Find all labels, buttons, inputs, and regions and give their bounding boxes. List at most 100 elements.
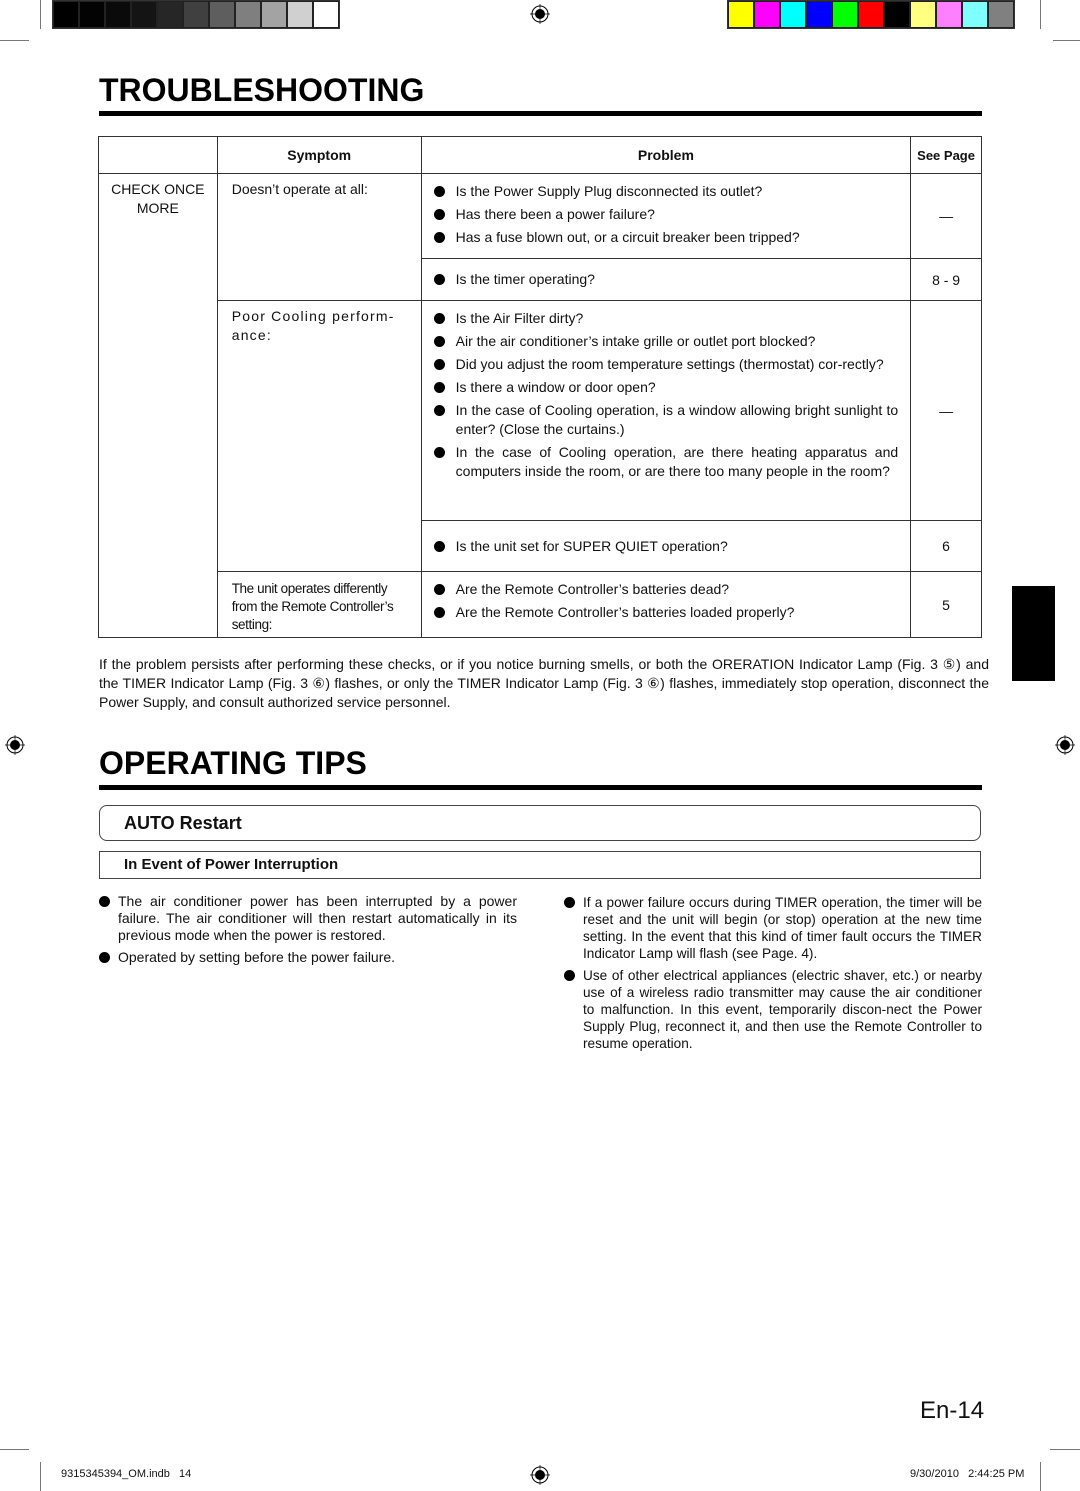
symptom-cell: Doesn’t operate at all: [216, 173, 422, 301]
color-swatch [963, 2, 987, 27]
subsection-title: In Event of Power Interruption [124, 856, 339, 873]
footer-file: 9315345394_OM.indb 14 [61, 1468, 192, 1480]
color-swatch [262, 2, 286, 27]
problem-item: Is the timer operating? [433, 270, 898, 289]
bullet-icon [433, 584, 445, 595]
color-swatch [158, 2, 182, 27]
title-rule [99, 111, 982, 116]
symptom-text: The unit operates differently from the R… [231, 581, 394, 632]
title-rule [99, 785, 982, 790]
header-problem: Problem [420, 136, 912, 174]
problem-cell: Is the unit set for SUPER QUIET operatio… [420, 520, 912, 572]
bullet-icon [433, 274, 445, 285]
problem-item: Has a fuse blown out, or a circuit break… [433, 228, 898, 247]
registration-mark-icon [530, 4, 550, 24]
header-blank [98, 136, 218, 174]
see-page-cell: — [910, 300, 982, 521]
crop-mark [0, 40, 29, 41]
see-page-cell: 5 [910, 571, 982, 638]
problem-item: Are the Remote Controller’s batteries lo… [433, 603, 898, 622]
crop-mark [1040, 0, 1041, 29]
bullet-icon [433, 359, 445, 370]
color-swatch [184, 2, 208, 27]
registration-mark-icon [530, 1465, 550, 1485]
color-swatch [106, 2, 130, 27]
problem-cell: Is the timer operating? [420, 258, 912, 301]
see-page-cell: 8 - 9 [910, 258, 982, 301]
problem-item: In the case of Cooling operation, is a w… [433, 401, 898, 439]
color-swatch [781, 2, 805, 27]
left-column: The air conditioner power has been inter… [99, 893, 517, 971]
section-thumb-tab [1012, 586, 1055, 681]
bullet-icon [433, 209, 445, 220]
bullet-icon [433, 232, 445, 243]
table-row: Poor Cooling perform-ance:Poor Cooling p… [99, 300, 982, 572]
section-title: AUTO Restart [124, 813, 242, 833]
color-swatch [859, 2, 883, 27]
bullet-icon [564, 970, 575, 981]
registration-mark-icon [5, 735, 25, 755]
problem-item: Is the Power Supply Plug disconnected it… [433, 182, 898, 201]
bullet-icon [433, 607, 445, 618]
color-swatch [210, 2, 234, 27]
problem-cell: Is the Power Supply Plug disconnected it… [420, 173, 912, 259]
bullet-icon [433, 186, 445, 197]
power-interruption-subheader: In Event of Power Interruption [99, 851, 981, 879]
problem-item: Is the unit set for SUPER QUIET operatio… [433, 537, 898, 556]
operating-tips-title: OPERATING TIPS [99, 745, 367, 781]
header-see-page: See Page [910, 136, 982, 174]
crop-mark [40, 0, 41, 29]
color-swatch [885, 2, 909, 27]
grayscale-calibration-bar [52, 0, 340, 29]
see-page-cell: 6 [910, 520, 982, 572]
tip-item: If a power failure occurs during TIMER o… [564, 894, 982, 962]
troubleshooting-note: If the problem persists after performing… [99, 656, 989, 710]
color-swatch [80, 2, 104, 27]
check-label: CHECK ONCE [111, 181, 205, 197]
tip-item: Operated by setting before the power fai… [99, 949, 517, 966]
right-column: If a power failure occurs during TIMER o… [564, 894, 982, 1057]
symptom-cell: The unit operates differently from the R… [216, 571, 422, 638]
table-row: CHECK ONCE MORE Doesn’t operate at all: I… [98, 173, 982, 638]
symptom-cell: Poor Cooling perform-ance:Poor Cooling p… [216, 300, 422, 572]
problem-cell: Are the Remote Controller’s batteries de… [420, 571, 912, 638]
color-calibration-bar [727, 0, 1015, 29]
check-label: MORE [136, 200, 179, 216]
bullet-icon [433, 447, 445, 458]
bullet-icon [564, 897, 575, 908]
color-swatch [833, 2, 857, 27]
color-swatch [937, 2, 961, 27]
color-swatch [314, 2, 338, 27]
crop-mark [1050, 1449, 1080, 1450]
color-swatch [729, 2, 753, 27]
color-swatch [807, 2, 831, 27]
bullet-icon [433, 336, 445, 347]
color-swatch [911, 2, 935, 27]
problem-item: Is there a window or door open? [433, 378, 898, 397]
bullet-icon [99, 896, 110, 907]
symptom-text: Doesn’t operate at all: [231, 181, 368, 197]
bullet-icon [433, 382, 445, 393]
tip-item: Use of other electrical appliances (elec… [564, 967, 982, 1052]
bullet-icon [99, 952, 110, 963]
crop-mark [0, 1449, 29, 1450]
color-swatch [989, 2, 1013, 27]
crop-mark [1040, 1462, 1041, 1491]
auto-restart-section-header: AUTO Restart [99, 805, 981, 841]
color-swatch [132, 2, 156, 27]
page-number: En-14 [920, 1397, 985, 1424]
check-once-more-cell: CHECK ONCE MORE [98, 173, 218, 638]
color-swatch [236, 2, 260, 27]
header-symptom: Symptom [216, 136, 422, 174]
troubleshooting-title: TROUBLESHOOTING [99, 72, 425, 108]
bullet-icon [433, 540, 445, 552]
problem-item: Has there been a power failure? [433, 205, 898, 224]
problem-item: Are the Remote Controller’s batteries de… [433, 580, 898, 599]
registration-mark-icon [1055, 735, 1075, 755]
problem-item: Did you adjust the room temperature sett… [433, 355, 898, 374]
table-row: The unit operates differently from the R… [99, 571, 982, 638]
table-header-row: Symptom Problem See Page [98, 136, 982, 174]
troubleshooting-table: Symptom Problem See Page CHECK ONCE MORE … [98, 136, 982, 638]
see-page-cell: — [910, 173, 982, 259]
problem-item: Is the Air Filter dirty? [433, 309, 898, 328]
